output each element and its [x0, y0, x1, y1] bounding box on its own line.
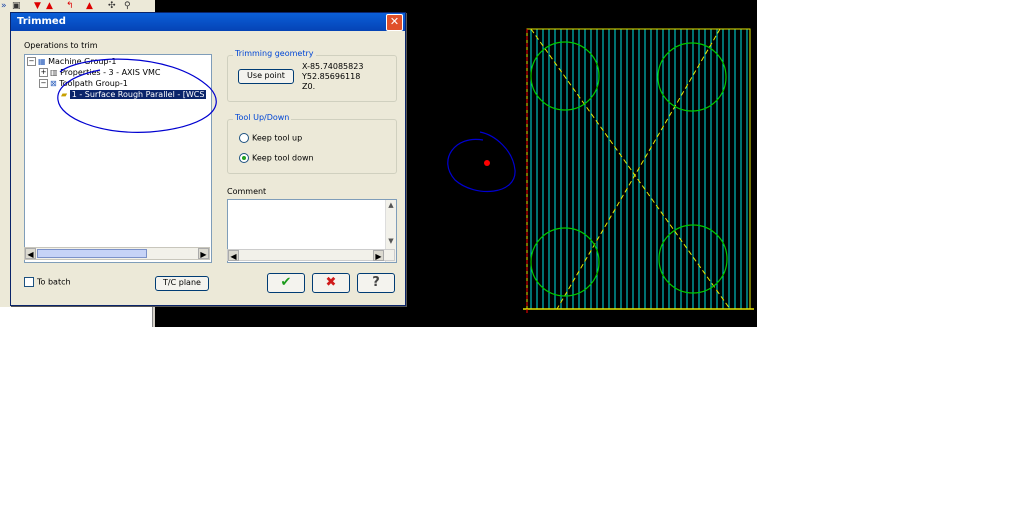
- tree-horizontal-scrollbar[interactable]: ◀ ▶: [24, 247, 210, 260]
- keep-tool-up-radio[interactable]: Keep tool up: [239, 133, 302, 144]
- use-point-button[interactable]: Use point: [238, 69, 294, 84]
- scroll-up-icon[interactable]: ▲: [386, 200, 396, 210]
- annotation-loop: [447, 131, 516, 193]
- scroll-right-icon[interactable]: ▶: [198, 248, 209, 259]
- scroll-down-icon[interactable]: ▼: [386, 236, 396, 246]
- scroll-thumb[interactable]: [37, 249, 147, 258]
- help-icon: ?: [372, 275, 380, 290]
- close-icon: ✕: [389, 15, 400, 28]
- checkmark-icon: ✔: [280, 275, 292, 290]
- keep-tool-down-radio[interactable]: Keep tool down: [239, 153, 314, 164]
- cancel-icon: ✖: [325, 275, 337, 290]
- ok-button[interactable]: ✔: [267, 273, 305, 293]
- tool-up-down-legend: Tool Up/Down: [233, 113, 292, 123]
- boss-circle: [530, 227, 600, 297]
- close-button[interactable]: ✕: [386, 14, 403, 31]
- scroll-right-icon[interactable]: ▶: [373, 250, 384, 261]
- point-y-value: Y52.85696118: [302, 72, 361, 81]
- checkbox-icon[interactable]: [24, 277, 34, 287]
- scroll-left-icon[interactable]: ◀: [25, 248, 36, 259]
- help-button[interactable]: ?: [357, 273, 395, 293]
- point-x-value: X-85.74085823: [302, 62, 364, 71]
- to-batch-checkbox[interactable]: To batch: [24, 277, 71, 288]
- cancel-button[interactable]: ✖: [312, 273, 350, 293]
- annotation-ellipse: [57, 58, 217, 133]
- tc-plane-button[interactable]: T/C plane: [155, 276, 209, 291]
- radio-selected-icon[interactable]: [239, 153, 249, 163]
- scroll-left-icon[interactable]: ◀: [228, 250, 239, 261]
- comment-horizontal-scrollbar[interactable]: ◀ ▶: [227, 249, 395, 261]
- radio-icon[interactable]: [239, 133, 249, 143]
- point-z-value: Z0.: [302, 82, 316, 91]
- trimming-geometry-legend: Trimming geometry: [233, 49, 316, 59]
- tool-up-down-group: [227, 119, 397, 174]
- comment-label: Comment: [227, 187, 267, 196]
- boss-circle: [657, 42, 727, 112]
- trim-point: [484, 160, 490, 166]
